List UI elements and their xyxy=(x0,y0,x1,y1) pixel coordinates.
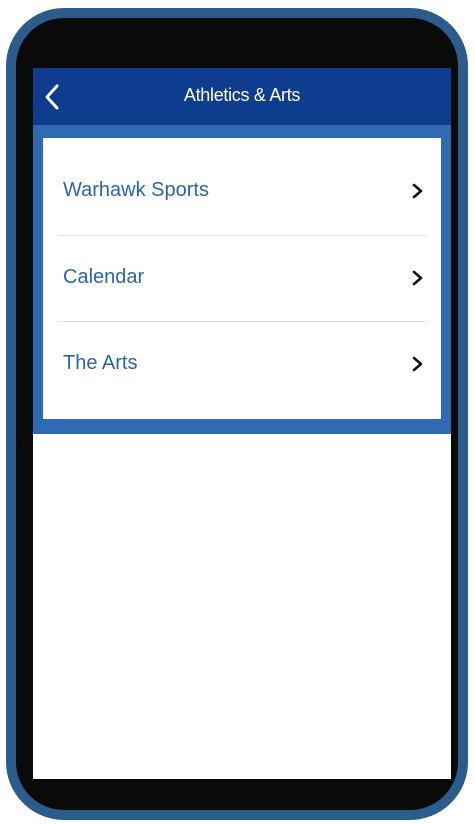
app-screen: Athletics & Arts Warhawk Sports Calendar xyxy=(33,68,451,779)
menu-item-label: The Arts xyxy=(63,352,138,374)
menu-card: Warhawk Sports Calendar The Arts xyxy=(43,138,441,419)
phone-frame: Athletics & Arts Warhawk Sports Calendar xyxy=(6,8,468,820)
menu-item-the-arts[interactable]: The Arts xyxy=(43,321,441,407)
chevron-right-icon xyxy=(412,183,423,199)
page-title: Athletics & Arts xyxy=(183,85,301,105)
menu-item-label: Calendar xyxy=(63,266,145,288)
menu-section: Warhawk Sports Calendar The Arts xyxy=(33,125,451,434)
menu-item-label: Warhawk Sports xyxy=(63,179,209,201)
nav-bar: Athletics & Arts xyxy=(33,68,451,125)
menu-item-warhawk-sports[interactable]: Warhawk Sports xyxy=(43,148,441,234)
menu-item-calendar[interactable]: Calendar xyxy=(43,235,441,321)
chevron-right-icon xyxy=(412,356,423,372)
chevron-right-icon xyxy=(412,270,423,286)
